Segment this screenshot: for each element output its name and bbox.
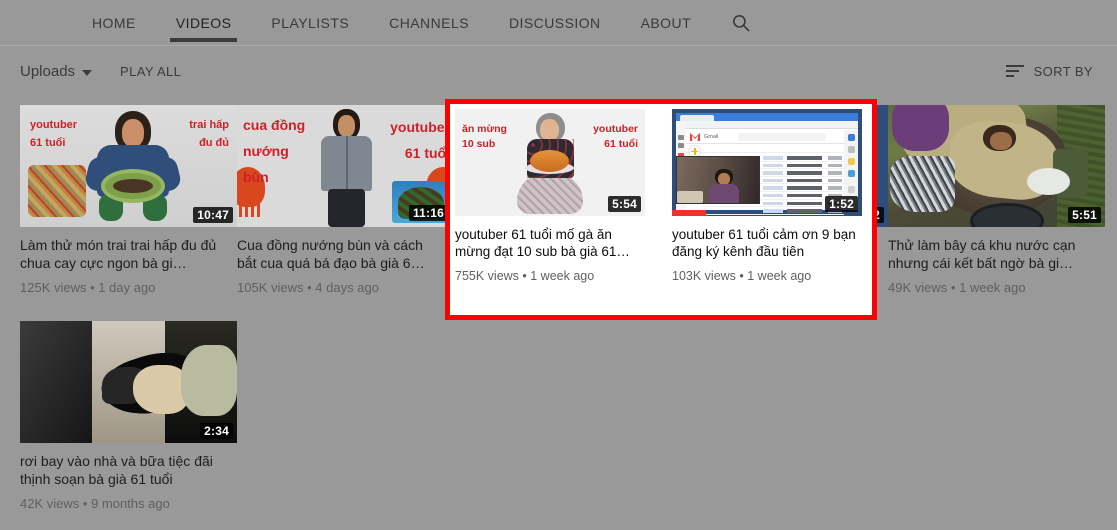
uploads-dropdown-label: Uploads — [20, 63, 75, 80]
sort-lines-icon — [1006, 65, 1024, 77]
video-duration: 11:16 — [409, 205, 448, 221]
nav-tab-about-label: ABOUT — [641, 15, 691, 31]
nav-tab-channels-label: CHANNELS — [389, 15, 469, 31]
sort-by-button[interactable]: SORT BY — [1006, 64, 1093, 79]
video-card[interactable]: 2:34 rơi bay vào nhà và bữa tiệc đãi thị… — [20, 321, 237, 511]
uploads-dropdown[interactable]: Uploads — [20, 63, 92, 80]
search-icon[interactable] — [717, 0, 765, 45]
video-views: 42K views — [20, 496, 79, 511]
video-title[interactable]: Thử làm bây cá khu nước cạn nhưng cái kế… — [888, 236, 1093, 272]
thumb-overlay-text: đu đủ — [199, 137, 229, 150]
video-title[interactable]: Cua đồng nướng bùn và cách bắt cua quá b… — [237, 236, 442, 272]
video-thumbnail[interactable]: cua đồng nướng bùn youtuber 61 tuổi 11:1… — [237, 105, 454, 227]
thumb-overlay-text: 10 sub — [462, 138, 495, 150]
play-all-button[interactable]: PLAY ALL — [120, 64, 181, 79]
video-meta: 103K views • 1 week ago — [672, 269, 862, 283]
video-age: 1 day ago — [98, 280, 155, 295]
videos-filter-bar: Uploads PLAY ALL SORT BY — [0, 46, 1117, 96]
meta-separator: • — [307, 280, 312, 295]
nav-tab-videos[interactable]: VIDEOS — [156, 0, 252, 45]
nav-tab-about[interactable]: ABOUT — [621, 0, 711, 45]
channel-nav-bar: HOME VIDEOS PLAYLISTS CHANNELS DISCUSSIO… — [0, 0, 1117, 45]
video-meta: 49K views • 1 week ago — [888, 280, 1105, 295]
nav-tab-playlists-label: PLAYLISTS — [271, 15, 349, 31]
video-age: 1 week ago — [959, 280, 1026, 295]
video-age: 4 days ago — [315, 280, 379, 295]
meta-separator: • — [90, 280, 95, 295]
video-duration: 10:47 — [193, 207, 233, 223]
thumb-overlay-text: youtuber — [30, 119, 77, 132]
nav-tab-discussion[interactable]: DISCUSSION — [489, 0, 621, 45]
gmail-logo-text: Gmail — [704, 134, 718, 140]
video-title[interactable]: Làm thử món trai trai hấp đu đủ chua cay… — [20, 236, 225, 272]
video-views: 125K views — [20, 280, 86, 295]
video-thumbnail[interactable]: youtuber 61 tuổi trai hấp đu đủ 10:47 — [20, 105, 237, 227]
nav-tab-playlists[interactable]: PLAYLISTS — [251, 0, 369, 45]
video-card-highlighted[interactable]: Gmail — [672, 109, 862, 283]
thumb-overlay-text: 61 tuổi — [604, 138, 638, 150]
video-meta: 105K views • 4 days ago — [237, 280, 454, 295]
video-thumbnail[interactable]: ăn mừng 10 sub youtuber 61 tuổi 5:54 — [455, 109, 645, 216]
video-thumbnail[interactable]: 2:34 — [20, 321, 237, 443]
nav-tab-channels[interactable]: CHANNELS — [369, 0, 489, 45]
video-title[interactable]: rơi bay vào nhà và bữa tiệc đãi thịnh so… — [20, 452, 225, 488]
nav-tab-videos-label: VIDEOS — [176, 15, 232, 31]
video-views: 105K views — [237, 280, 303, 295]
video-views: 49K views — [888, 280, 947, 295]
meta-separator: • — [951, 280, 956, 295]
video-title[interactable]: youtuber 61 tuổi mố gà ăn mừng đạt 10 su… — [455, 226, 645, 260]
highlight-region: ăn mừng 10 sub youtuber 61 tuổi 5:54 you… — [445, 99, 877, 320]
thumb-overlay-text: youtuber — [390, 119, 450, 136]
video-card[interactable]: youtuber 61 tuổi trai hấp đu đủ 10:47 Là… — [20, 105, 237, 295]
video-age: 9 months ago — [91, 496, 170, 511]
thumb-overlay-text: youtuber — [593, 123, 638, 135]
sort-by-label: SORT BY — [1034, 64, 1093, 79]
meta-separator: • — [83, 496, 88, 511]
video-card-highlighted[interactable]: ăn mừng 10 sub youtuber 61 tuổi 5:54 you… — [455, 109, 645, 283]
thumb-overlay-text: nướng — [243, 143, 289, 160]
video-thumbnail[interactable]: 5:51 — [888, 105, 1105, 227]
video-meta: 42K views • 9 months ago — [20, 496, 237, 511]
thumb-overlay-text: bùn — [243, 169, 269, 186]
thumb-overlay-text: 61 tuổi — [405, 145, 450, 162]
video-duration: 1:52 — [825, 196, 858, 212]
thumb-overlay-text: cua đồng — [243, 117, 305, 134]
video-meta: 755K views • 1 week ago — [455, 269, 645, 283]
thumb-overlay-text: trai hấp — [189, 119, 229, 132]
nav-tab-home[interactable]: HOME — [72, 0, 156, 45]
video-thumbnail[interactable]: Gmail — [672, 109, 862, 216]
video-meta: 125K views • 1 day ago — [20, 280, 237, 295]
nav-tab-discussion-label: DISCUSSION — [509, 15, 601, 31]
video-duration: 2:34 — [200, 423, 233, 439]
video-title[interactable]: youtuber 61 tuổi cảm ơn 9 bạn đăng ký kê… — [672, 226, 862, 260]
video-duration: 5:54 — [608, 196, 641, 212]
video-grid-row-2: 2:34 rơi bay vào nhà và bữa tiệc đãi thị… — [20, 321, 1117, 511]
video-card[interactable]: cua đồng nướng bùn youtuber 61 tuổi 11:1… — [237, 105, 454, 295]
video-duration: 5:51 — [1068, 207, 1101, 223]
video-card[interactable]: 5:51 Thử làm bây cá khu nước cạn nhưng c… — [888, 105, 1105, 295]
chevron-down-icon — [82, 70, 92, 76]
thumb-overlay-text: ăn mừng — [462, 123, 507, 135]
thumb-overlay-text: 61 tuổi — [30, 137, 65, 150]
nav-tab-home-label: HOME — [92, 15, 136, 31]
youtube-channel-videos-page: HOME VIDEOS PLAYLISTS CHANNELS DISCUSSIO… — [0, 0, 1117, 530]
